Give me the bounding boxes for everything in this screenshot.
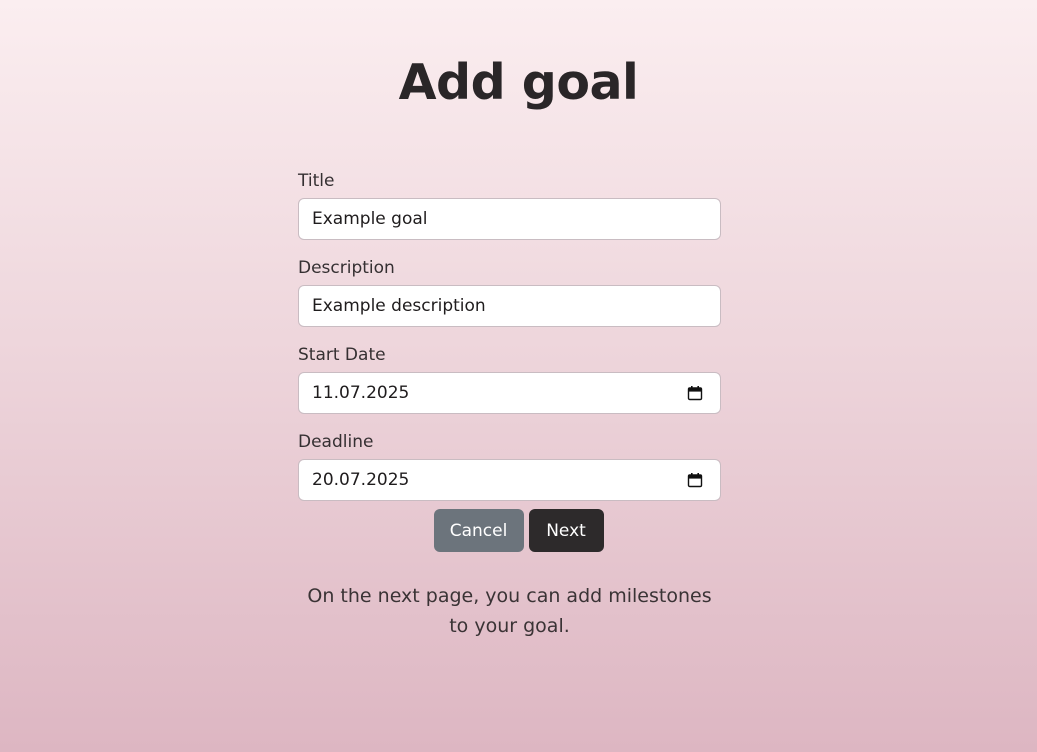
- title-label: Title: [298, 171, 335, 191]
- add-goal-form: Title Description Start Date Deadline: [298, 170, 721, 518]
- title-input[interactable]: [299, 199, 720, 239]
- title-input-box: [298, 198, 721, 240]
- calendar-icon[interactable]: [687, 472, 703, 488]
- description-input[interactable]: [299, 286, 720, 326]
- next-button[interactable]: Next: [528, 509, 604, 552]
- description-label: Description: [298, 258, 395, 278]
- deadline-field-group: Deadline: [298, 431, 721, 501]
- calendar-icon[interactable]: [687, 385, 703, 401]
- page-title: Add goal: [398, 54, 639, 111]
- title-field-group: Title: [298, 170, 721, 240]
- start-date-field-group: Start Date: [298, 344, 721, 414]
- deadline-input[interactable]: [299, 460, 720, 500]
- start-date-input-box: [298, 372, 721, 414]
- deadline-input-box: [298, 459, 721, 501]
- form-actions: Cancel Next: [0, 509, 1037, 552]
- start-date-label: Start Date: [298, 345, 386, 365]
- description-input-box: [298, 285, 721, 327]
- description-field-group: Description: [298, 257, 721, 327]
- start-date-input[interactable]: [299, 373, 720, 413]
- milestones-hint: On the next page, you can add milestones…: [307, 585, 712, 637]
- cancel-button[interactable]: Cancel: [433, 509, 524, 552]
- deadline-label: Deadline: [298, 432, 374, 452]
